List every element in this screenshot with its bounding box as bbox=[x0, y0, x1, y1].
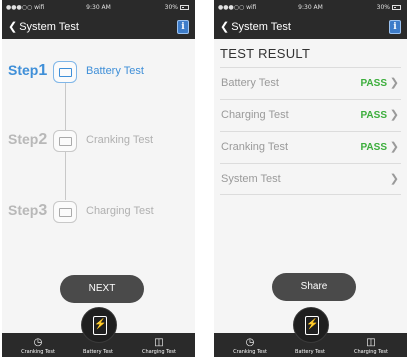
chevron-left-icon: ❮ bbox=[220, 21, 230, 33]
tab-label: Cranking Test bbox=[21, 349, 55, 355]
tab-cranking-test[interactable]: ◷ Cranking Test bbox=[225, 337, 275, 355]
result-name: Cranking Test bbox=[221, 141, 289, 153]
step-2-name: Cranking Test bbox=[86, 134, 154, 146]
phone-battery-icon: ⚡ bbox=[93, 316, 107, 335]
speedometer-icon: ◷ bbox=[245, 337, 255, 348]
tab-charging-test[interactable]: ◫ Charging Test bbox=[346, 337, 396, 355]
tab-label: Charging Test bbox=[141, 349, 177, 355]
status-badge: PASS bbox=[360, 142, 388, 153]
battery-icon bbox=[53, 201, 77, 223]
step-3-name: Charging Test bbox=[86, 205, 154, 217]
phone-battery-icon: ⚡ bbox=[305, 316, 319, 335]
tab-label: Battery Test bbox=[295, 349, 325, 355]
back-label: System Test bbox=[231, 21, 291, 33]
next-button[interactable]: NEXT bbox=[60, 275, 144, 303]
tab-battery-test[interactable]: Battery Test bbox=[285, 349, 335, 355]
result-name: Charging Test bbox=[221, 109, 289, 121]
back-button[interactable]: ❮ System Test bbox=[8, 20, 79, 33]
tab-label: Charging Test bbox=[353, 349, 389, 355]
tab-charging-test[interactable]: ◫ Charging Test bbox=[134, 337, 184, 355]
info-book-icon[interactable]: i bbox=[177, 20, 189, 34]
tab-cranking-test[interactable]: ◷ Cranking Test bbox=[13, 337, 63, 355]
chevron-right-icon: ❯ bbox=[389, 109, 399, 121]
nav-bar: ❮ System Test i bbox=[2, 15, 195, 39]
tab-battery-test[interactable]: Battery Test bbox=[73, 349, 123, 355]
result-row-cranking[interactable]: Cranking Test PASS ❯ bbox=[220, 131, 401, 163]
result-row-battery[interactable]: Battery Test PASS ❯ bbox=[220, 67, 401, 99]
battery-test-tab-button[interactable]: ⚡ bbox=[293, 307, 329, 343]
chevron-right-icon: ❯ bbox=[389, 77, 399, 89]
back-button[interactable]: ❮ System Test bbox=[220, 20, 291, 33]
speedometer-icon: ◷ bbox=[33, 337, 43, 348]
step-3[interactable]: Step3 Charging Test bbox=[2, 200, 195, 224]
battery-icon bbox=[53, 61, 77, 83]
step-1-label: Step1 bbox=[8, 62, 48, 79]
result-title: TEST RESULT bbox=[220, 46, 311, 61]
step-2[interactable]: Step2 Cranking Test bbox=[2, 129, 195, 153]
step-2-label: Step2 bbox=[8, 131, 48, 148]
step-3-label: Step3 bbox=[8, 202, 48, 219]
battery-test-tab-button[interactable]: ⚡ bbox=[81, 307, 117, 343]
info-book-icon[interactable]: i bbox=[389, 20, 401, 34]
status-battery: 30% bbox=[165, 4, 189, 11]
status-battery: 30% bbox=[377, 4, 401, 11]
share-button[interactable]: Share bbox=[272, 273, 356, 301]
nav-bar: ❮ System Test i bbox=[214, 15, 407, 39]
battery-icon: ◫ bbox=[366, 337, 376, 348]
chevron-right-icon: ❯ bbox=[389, 173, 399, 185]
status-badge: PASS bbox=[360, 78, 388, 89]
battery-status-icon bbox=[180, 5, 189, 10]
result-row-charging[interactable]: Charging Test PASS ❯ bbox=[220, 99, 401, 131]
battery-icon bbox=[53, 130, 77, 152]
step-1[interactable]: Step1 Battery Test bbox=[2, 60, 195, 84]
step-connector bbox=[65, 82, 66, 130]
step-1-name: Battery Test bbox=[86, 65, 144, 77]
status-badge: PASS bbox=[360, 110, 388, 121]
tab-label: Cranking Test bbox=[233, 349, 267, 355]
chevron-left-icon: ❮ bbox=[8, 21, 18, 33]
status-bar: ●●●○○ wifi 9:30 AM 30% bbox=[214, 0, 407, 15]
battery-icon: ◫ bbox=[154, 337, 164, 348]
steps-screen: ●●●○○ wifi 9:30 AM 30% ❮ System Test i St… bbox=[2, 0, 195, 357]
battery-status-icon bbox=[392, 5, 401, 10]
status-bar: ●●●○○ wifi 9:30 AM 30% bbox=[2, 0, 195, 15]
tab-label: Battery Test bbox=[83, 349, 113, 355]
chevron-right-icon: ❯ bbox=[389, 141, 399, 153]
result-row-system[interactable]: System Test ❯ bbox=[220, 163, 401, 195]
result-name: System Test bbox=[221, 173, 281, 185]
results-screen: ●●●○○ wifi 9:30 AM 30% ❮ System Test i TE… bbox=[214, 0, 407, 357]
step-connector bbox=[65, 150, 66, 200]
back-label: System Test bbox=[19, 21, 79, 33]
result-name: Battery Test bbox=[221, 77, 279, 89]
